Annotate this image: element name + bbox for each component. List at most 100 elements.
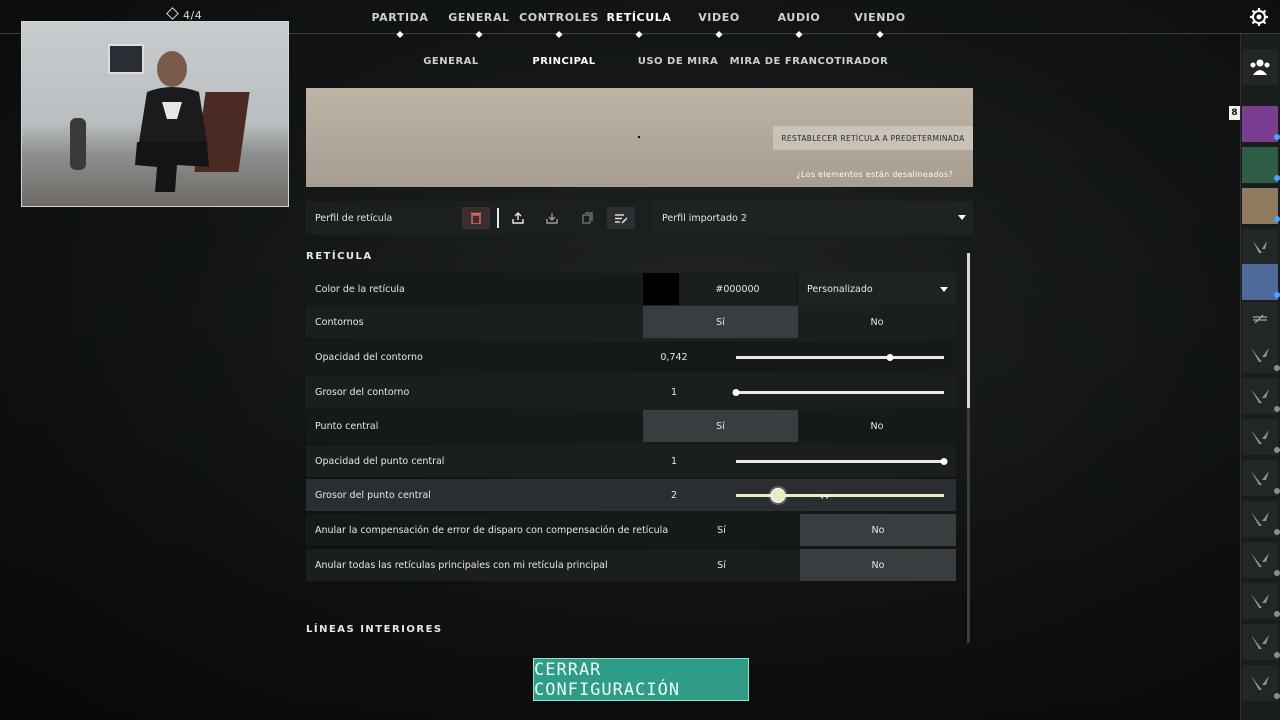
setting-row-color: Color de la retícula #000000 Personaliza…: [306, 273, 956, 305]
color-swatch[interactable]: [643, 273, 679, 305]
gear-icon[interactable]: [1249, 7, 1269, 27]
setting-label: Grosor del contorno: [315, 387, 410, 398]
reset-crosshair-button[interactable]: RESTABLECER RETÍCULA A PREDETERMINADA: [773, 126, 973, 150]
chevron-down-icon: [940, 287, 948, 292]
status-dot: [1274, 570, 1280, 576]
subtab-principal[interactable]: PRINCIPAL: [532, 56, 595, 67]
slider-knob[interactable]: [940, 458, 948, 465]
valorant-logo-icon: [1251, 594, 1269, 608]
valorant-logo-icon: [1251, 676, 1269, 690]
slider-knob[interactable]: [886, 354, 894, 361]
friend-entry[interactable]: [1242, 460, 1280, 496]
friend-entry[interactable]: [1242, 501, 1280, 537]
subtab-uso-de-mira[interactable]: USO DE MIRA: [638, 56, 719, 67]
subtab-general[interactable]: GENERAL: [423, 56, 479, 67]
party-member-avatar[interactable]: [1242, 106, 1280, 142]
setting-row-center-dot-opacity: Opacidad del punto central 1: [306, 445, 956, 477]
center-dot-thickness-slider[interactable]: [736, 488, 944, 503]
option-no[interactable]: No: [800, 549, 956, 581]
center-dot-toggle: Sí No: [643, 410, 956, 442]
outline-thickness-control: 1: [643, 376, 956, 408]
status-dot: [1274, 406, 1280, 412]
download-icon: [546, 213, 558, 224]
tab-video[interactable]: VIDEO: [698, 11, 740, 24]
option-yes[interactable]: Sí: [643, 514, 800, 546]
slider-knob[interactable]: [732, 389, 740, 396]
scrollbar-thumb[interactable]: [967, 253, 970, 408]
value-readout[interactable]: 1: [643, 445, 705, 477]
value-readout[interactable]: 1: [643, 376, 705, 408]
tab-partida[interactable]: PARTIDA: [372, 11, 429, 24]
party-member-avatar[interactable]: [1242, 188, 1280, 224]
valorant-logo-icon: [1251, 430, 1269, 444]
outline-opacity-slider[interactable]: [736, 354, 944, 361]
tab-general[interactable]: GENERAL: [448, 11, 509, 24]
tab-controles[interactable]: CONTROLES: [519, 11, 599, 24]
setting-row-center-dot: Punto central Sí No: [306, 410, 956, 442]
value-readout[interactable]: 0,742: [643, 341, 705, 373]
valorant-logo-icon: [1251, 635, 1269, 649]
profile-label: Perfil de retícula: [315, 213, 393, 224]
status-dot: [1274, 611, 1280, 617]
friend-entry[interactable]: [1242, 229, 1278, 265]
share-profile-button[interactable]: [504, 207, 532, 229]
option-yes[interactable]: Sí: [643, 410, 798, 442]
center-dot-opacity-slider[interactable]: [736, 458, 948, 465]
main-nav: PARTIDA GENERAL CONTROLES RETÍCULA VIDEO…: [0, 0, 1240, 39]
friend-entry[interactable]: [1242, 419, 1280, 455]
option-no[interactable]: No: [798, 410, 956, 442]
delete-profile-button[interactable]: [462, 207, 490, 229]
trash-icon: [471, 212, 481, 224]
setting-label: Opacidad del punto central: [315, 456, 445, 467]
valorant-logo-icon: [1251, 348, 1269, 362]
rename-icon: [615, 213, 627, 223]
misaligned-link[interactable]: ¿Los elementos están desalineados?: [770, 170, 953, 179]
outlines-toggle: Sí No: [643, 306, 956, 338]
tab-reticula[interactable]: RETÍCULA: [607, 11, 672, 24]
section-title-reticula: RETÍCULA: [306, 251, 373, 262]
override-firing-error-toggle: Sí No: [643, 514, 956, 546]
option-yes[interactable]: Sí: [643, 549, 800, 581]
profile-select[interactable]: Perfil importado 2: [652, 201, 973, 235]
status-dot: [1274, 447, 1280, 453]
option-no[interactable]: No: [800, 514, 956, 546]
friend-entry[interactable]: [1242, 337, 1280, 373]
copy-profile-button[interactable]: [573, 207, 601, 229]
friend-entry[interactable]: [1242, 302, 1278, 338]
setting-label: Color de la retícula: [315, 284, 405, 295]
setting-row-center-dot-thickness: Grosor del punto central 2: [306, 479, 956, 511]
color-select[interactable]: Personalizado: [798, 273, 956, 305]
status-dot: [1274, 134, 1280, 140]
setting-label: Grosor del punto central: [315, 490, 431, 501]
tab-viendo[interactable]: VIENDO: [854, 11, 905, 24]
friends-button[interactable]: [1242, 49, 1278, 85]
friend-avatar[interactable]: [1242, 264, 1280, 300]
lines-icon: [1253, 315, 1267, 324]
profile-select-value: Perfil importado 2: [662, 213, 747, 224]
valorant-logo-icon: [1251, 471, 1269, 485]
valorant-logo-icon: [1253, 241, 1267, 253]
slider-knob-active[interactable]: [770, 488, 786, 503]
friend-entry[interactable]: [1242, 665, 1280, 701]
setting-label: Contornos: [315, 317, 364, 328]
value-readout[interactable]: 2: [643, 479, 705, 511]
party-count-badge: 8: [1229, 106, 1240, 120]
tab-audio[interactable]: AUDIO: [778, 11, 821, 24]
rename-profile-button[interactable]: [607, 207, 635, 229]
friend-entry[interactable]: [1242, 624, 1280, 660]
friend-entry[interactable]: [1242, 542, 1280, 578]
friend-entry[interactable]: [1242, 378, 1280, 414]
party-member-avatar[interactable]: [1242, 147, 1280, 183]
color-select-value: Personalizado: [807, 284, 873, 295]
setting-row-outlines: Contornos Sí No: [306, 306, 956, 338]
option-yes[interactable]: Sí: [643, 306, 798, 338]
close-settings-button[interactable]: CERRAR CONFIGURACIÓN: [533, 658, 749, 701]
hex-input[interactable]: #000000: [679, 273, 796, 305]
status-dot: [1274, 175, 1280, 181]
subtab-mira-francotirador[interactable]: MIRA DE FRANCOTIRADOR: [730, 56, 889, 67]
friend-entry[interactable]: [1242, 583, 1280, 619]
outline-thickness-slider[interactable]: [732, 389, 944, 396]
status-dot: [1274, 488, 1280, 494]
import-profile-button[interactable]: [538, 207, 566, 229]
option-no[interactable]: No: [798, 306, 956, 338]
